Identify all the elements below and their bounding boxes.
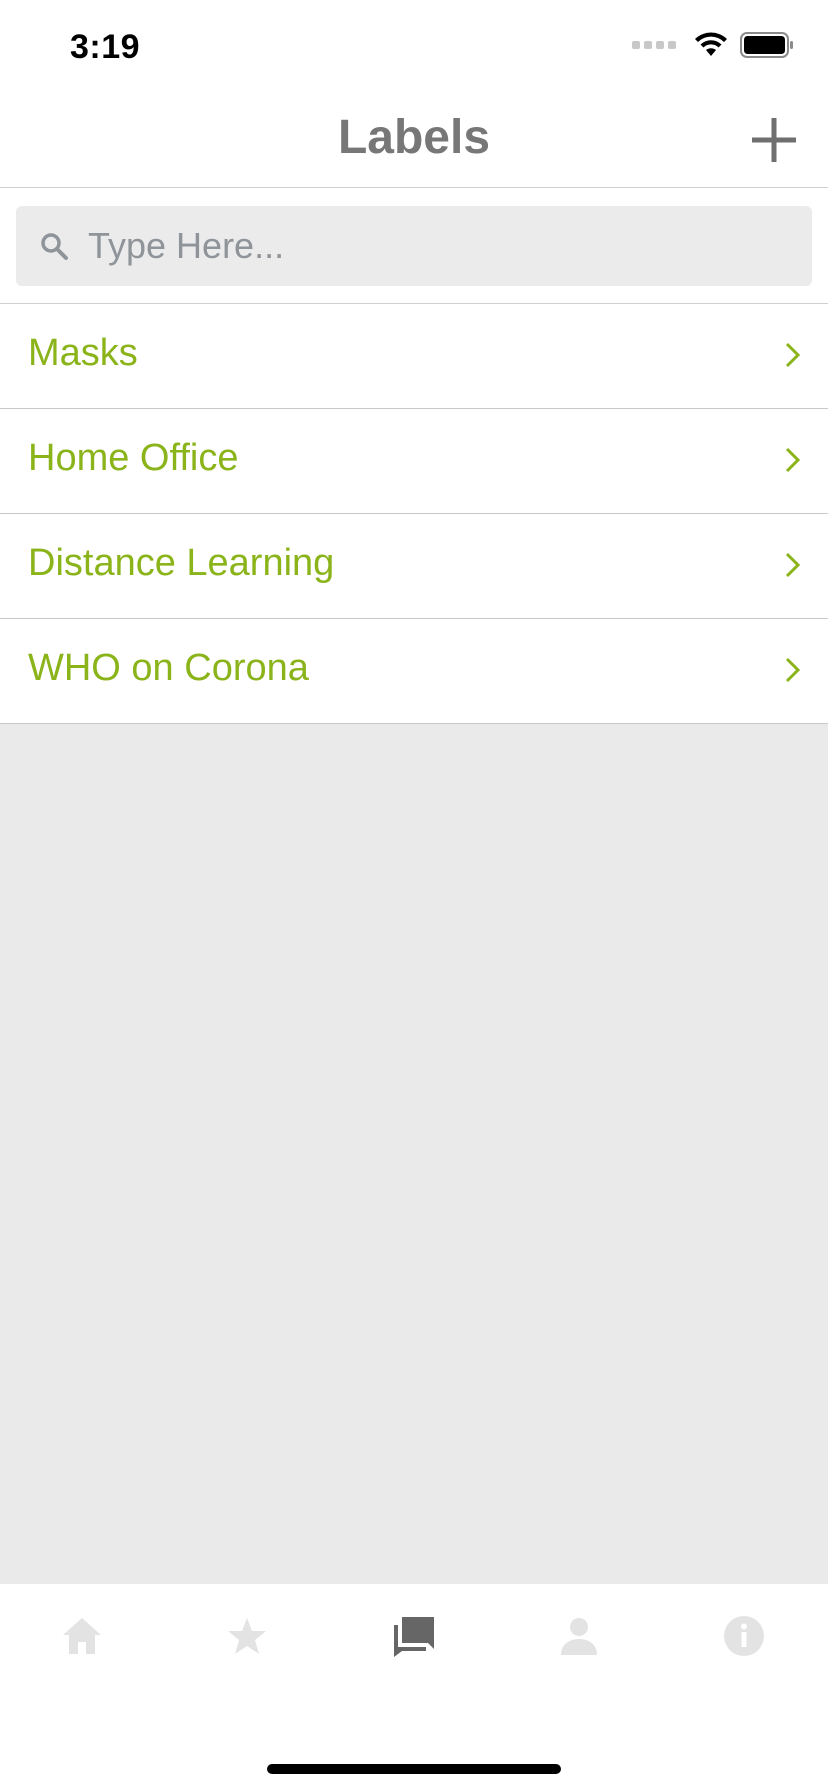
list-item-label: Masks	[28, 332, 138, 374]
add-label-button[interactable]	[746, 112, 802, 168]
list-item-distance-learning[interactable]: Distance Learning	[0, 514, 828, 619]
tab-favorites[interactable]	[202, 1606, 292, 1666]
tab-info[interactable]	[699, 1606, 789, 1666]
search-bar	[0, 188, 828, 304]
list-item-masks[interactable]: Masks	[0, 304, 828, 409]
chevron-right-icon	[785, 447, 801, 473]
labels-list: Masks Home Office Distance Learning WHO …	[0, 304, 828, 724]
battery-icon	[740, 32, 793, 58]
chat-bubbles-icon	[394, 1617, 434, 1657]
list-item-label: Distance Learning	[28, 542, 335, 584]
search-icon	[36, 228, 72, 264]
list-item-who-on-corona[interactable]: WHO on Corona	[0, 619, 828, 724]
list-item-label: Home Office	[28, 437, 239, 479]
star-icon	[228, 1618, 266, 1654]
empty-content-area	[0, 724, 828, 1584]
status-icons	[632, 32, 794, 58]
list-item-home-office[interactable]: Home Office	[0, 409, 828, 514]
search-input[interactable]	[88, 216, 748, 276]
navigation-bar: Labels	[0, 96, 828, 188]
home-indicator	[267, 1764, 561, 1774]
tab-bar	[0, 1584, 828, 1792]
chevron-right-icon	[785, 657, 801, 683]
cellular-dots-icon	[632, 41, 676, 49]
person-icon	[561, 1618, 597, 1655]
status-bar: 3:19	[0, 0, 828, 96]
tab-labels[interactable]	[369, 1606, 459, 1666]
page-title: Labels	[337, 111, 491, 164]
chevron-right-icon	[785, 552, 801, 578]
plus-icon	[752, 118, 796, 162]
home-icon	[63, 1618, 101, 1654]
tab-home[interactable]	[37, 1606, 127, 1666]
info-icon	[724, 1616, 764, 1656]
tab-profile[interactable]	[534, 1606, 624, 1666]
status-time: 3:19	[70, 28, 141, 66]
wifi-icon	[695, 32, 727, 56]
chevron-right-icon	[785, 342, 801, 368]
search-box[interactable]	[16, 206, 812, 286]
list-item-label: WHO on Corona	[28, 647, 309, 689]
